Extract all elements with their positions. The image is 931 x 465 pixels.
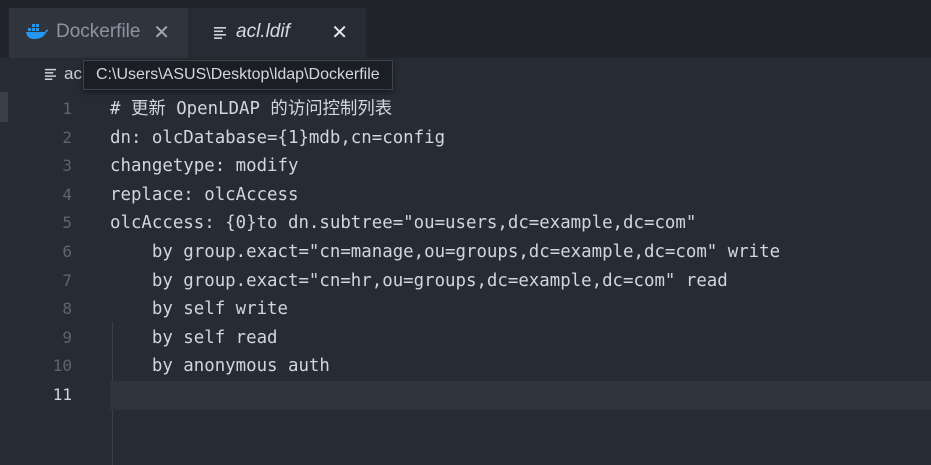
code-line[interactable]: 9 by self read <box>0 324 931 353</box>
close-icon[interactable]: ✕ <box>153 21 170 43</box>
tab-dockerfile[interactable]: Dockerfile ✕ <box>9 8 188 58</box>
text-file-icon <box>213 25 227 39</box>
code-editor[interactable]: 1 # 更新 OpenLDAP 的访问控制列表 2 dn: olcDatabase={… <box>0 90 931 465</box>
tab-label: acl.ldif <box>236 21 290 42</box>
line-number: 8 <box>62 299 72 319</box>
breadcrumb-file-label[interactable]: ac <box>64 64 82 84</box>
tab-label: Dockerfile <box>56 21 141 42</box>
line-number: 1 <box>62 99 72 118</box>
line-number: 7 <box>62 270 72 290</box>
line-number: 10 <box>52 356 72 376</box>
code-text[interactable]: by self read <box>110 324 278 353</box>
code-text[interactable]: replace: olcAccess <box>110 181 298 210</box>
line-number: 9 <box>62 327 72 347</box>
line-number: 6 <box>62 242 72 261</box>
code-line[interactable]: 1 # 更新 OpenLDAP 的访问控制列表 <box>0 95 931 124</box>
code-line[interactable]: 2 dn: olcDatabase={1}mdb,cn=config <box>0 124 931 153</box>
code-text[interactable]: # 更新 OpenLDAP 的访问控制列表 <box>110 95 392 124</box>
code-text[interactable]: by group.exact="cn=manage,ou=groups,dc=e… <box>110 238 780 267</box>
code-text[interactable]: by group.exact="cn=hr,ou=groups,dc=examp… <box>110 267 728 296</box>
code-line[interactable]: 8 by self write <box>0 295 931 324</box>
current-line-highlight <box>110 381 931 410</box>
tab-bar: Dockerfile ✕ acl.ldif ✕ <box>0 0 931 58</box>
code-line[interactable]: 11 <box>0 381 931 410</box>
line-number: 4 <box>62 184 72 204</box>
code-text[interactable]: olcAccess: {0}to dn.subtree="ou=users,dc… <box>110 209 696 238</box>
line-number: 2 <box>62 127 72 147</box>
code-line[interactable]: 10 by anonymous auth <box>0 352 931 381</box>
close-icon[interactable]: ✕ <box>331 21 348 43</box>
tab-acl-ldif[interactable]: acl.ldif ✕ <box>188 8 366 58</box>
code-line[interactable]: 6 by group.exact="cn=manage,ou=groups,dc… <box>0 238 931 267</box>
code-text[interactable]: changetype: modify <box>110 152 298 181</box>
code-line[interactable]: 7 by group.exact="cn=hr,ou=groups,dc=exa… <box>0 267 931 296</box>
line-number: 5 <box>62 213 72 233</box>
code-text[interactable]: dn: olcDatabase={1}mdb,cn=config <box>110 124 445 153</box>
code-line[interactable]: 3 changetype: modify <box>0 152 931 181</box>
line-number: 3 <box>62 156 72 176</box>
line-number: 11 <box>52 385 72 404</box>
code-text[interactable]: by anonymous auth <box>110 352 330 381</box>
code-text[interactable]: by self write <box>110 295 288 324</box>
file-path-tooltip: C:\Users\ASUS\Desktop\ldap\Dockerfile <box>83 60 393 90</box>
code-line[interactable]: 5 olcAccess: {0}to dn.subtree="ou=users,d… <box>0 209 931 238</box>
text-file-icon <box>44 67 57 85</box>
code-line[interactable]: 4 replace: olcAccess <box>0 181 931 210</box>
docker-icon <box>25 22 49 40</box>
